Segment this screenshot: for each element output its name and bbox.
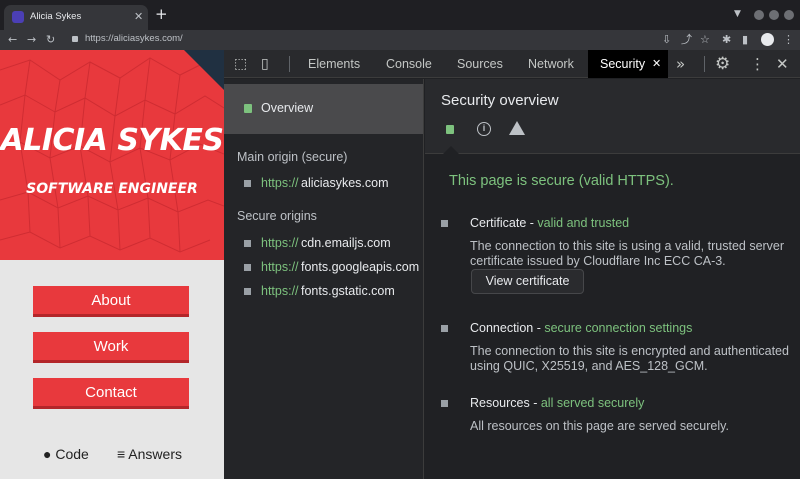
devtools-menu-icon[interactable]: ⋮ [750,50,765,78]
connection-description: The connection to this site is encrypted… [470,344,789,373]
tab-security-close-icon[interactable]: ✕ [652,50,661,78]
main-origin-heading: Main origin (secure) [237,150,348,164]
toolbar-divider [704,56,705,72]
tab-search-chevron-icon[interactable]: ▼ [734,9,741,19]
resources-description: All resources on this page are served se… [470,419,729,433]
tab-console[interactable]: Console [386,50,432,78]
origin-host: fonts.googleapis.com [301,260,420,274]
tab-title: Alicia Sykes [30,11,82,22]
tab-strip: Alicia Sykes ✕ + ▼ [0,0,800,30]
certificate-title-label: Certificate - [470,216,538,230]
tab-security-label: Security [600,57,646,71]
hero-name: ALICIA SYKES [0,123,224,158]
github-corner[interactable] [184,50,224,90]
github-icon: ● [43,446,52,462]
about-button[interactable]: About [33,286,189,317]
code-link[interactable]: ● Code [43,446,89,462]
code-link-label: Code [55,446,89,462]
security-summary-message: This page is secure (valid HTTPS). [449,173,674,189]
connection-status: secure connection settings [544,321,693,335]
url-scheme: https:// [85,33,114,44]
sidebar-item-label: Overview [261,101,314,115]
resources-title: Resources - all served securely [470,396,644,410]
overview-header: Security overview i [425,79,800,154]
stackoverflow-icon: ≡ [117,446,126,462]
browser-menu-icon[interactable]: ⋮ [783,31,794,49]
back-arrow-icon[interactable]: ← [8,31,17,49]
origin-bullet-icon [244,264,251,271]
view-certificate-button[interactable]: View certificate [471,269,584,294]
origin-scheme: https:// [261,260,299,274]
tab-security[interactable]: Security ✕ [588,50,668,78]
origin-bullet-icon [244,180,251,187]
side-panel-icon[interactable]: ▮ [742,31,748,49]
resources-bullet-icon [441,400,448,407]
resources-status: all served securely [540,396,645,410]
extensions-icon[interactable]: ✱ [722,31,731,49]
info-icon[interactable]: i [477,122,491,136]
tab-close-icon[interactable]: ✕ [134,10,143,23]
contact-button[interactable]: Contact [33,378,189,409]
devtools-close-icon[interactable]: ✕ [776,50,789,78]
browser-tab[interactable]: Alicia Sykes ✕ [4,5,148,30]
connection-title: Connection - secure connection settings [470,321,692,335]
tab-sources[interactable]: Sources [457,50,503,78]
warning-icon[interactable] [509,121,525,135]
new-tab-button[interactable]: + [155,7,168,22]
certificate-status: valid and trusted [537,216,630,230]
reload-icon[interactable]: ↻ [46,31,55,49]
security-sidebar: Overview Main origin (secure) https:// a… [224,79,424,479]
origin-host: aliciasykes.com [301,176,389,190]
origin-bullet-icon [244,240,251,247]
more-tabs-icon[interactable]: » [676,50,685,78]
sidebar-item-overview[interactable]: Overview [224,84,423,134]
tab-elements[interactable]: Elements [308,50,360,78]
browser-toolbar: ← → ↻ https://aliciasykes.com/ ⇩ ⤴ ☆ ✱ ▮… [0,30,800,50]
summary-pointer-icon [443,146,459,154]
connection-title-label: Connection - [470,321,545,335]
page-title: Security overview [441,92,559,109]
answers-link-label: Answers [128,446,182,462]
origin-scheme: https:// [261,236,299,250]
origin-scheme: https:// [261,284,299,298]
close-window-button[interactable] [784,10,794,20]
connection-bullet-icon [441,325,448,332]
lock-icon [244,104,252,113]
origin-scheme: https:// [261,176,299,190]
security-overview-panel: Security overview i This page is secure … [425,79,800,479]
certificate-description: The connection to this site is using a v… [470,239,785,268]
answers-link[interactable]: ≡ Answers [117,446,182,462]
website-viewport: ALICIA SYKES SOFTWARE ENGINEER About Wor… [0,50,224,479]
bookmark-star-icon[interactable]: ☆ [700,31,710,49]
origin-bullet-icon [244,288,251,295]
profile-avatar[interactable] [761,33,774,46]
certificate-title: Certificate - valid and trusted [470,216,629,230]
work-button[interactable]: Work [33,332,189,363]
forward-arrow-icon[interactable]: → [27,31,36,49]
site-favicon-icon [12,11,24,23]
tab-network[interactable]: Network [528,50,574,78]
resources-title-label: Resources - [470,396,541,410]
address-lock-icon[interactable] [72,36,78,42]
devtools-tab-bar: ⬚ ▯ Elements Console Sources Network Sec… [224,50,800,78]
device-toolbar-icon[interactable]: ▯ [261,50,269,78]
minimize-button[interactable] [754,10,764,20]
inspect-element-icon[interactable]: ⬚ [234,50,247,78]
toolbar-divider [289,56,290,72]
share-icon[interactable]: ⤴ [681,31,692,49]
origin-host: fonts.gstatic.com [301,284,395,298]
address-bar[interactable]: https://aliciasykes.com/ [85,33,183,44]
install-app-icon[interactable]: ⇩ [662,31,671,49]
maximize-button[interactable] [769,10,779,20]
hero-banner: ALICIA SYKES SOFTWARE ENGINEER [0,50,224,260]
secure-lock-icon[interactable] [446,125,454,134]
settings-gear-icon[interactable]: ⚙ [715,50,730,78]
devtools-panel: ⬚ ▯ Elements Console Sources Network Sec… [224,50,800,479]
origin-host: cdn.emailjs.com [301,236,391,250]
secure-origins-heading: Secure origins [237,209,317,223]
url-host: aliciasykes.com/ [113,33,183,44]
hero-role: SOFTWARE ENGINEER [26,181,198,197]
certificate-bullet-icon [441,220,448,227]
